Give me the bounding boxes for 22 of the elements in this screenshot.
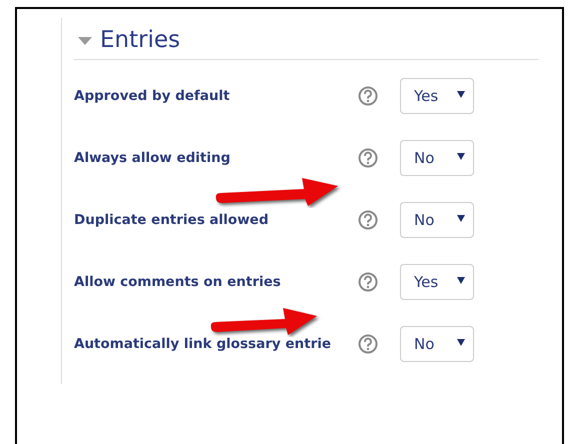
select-dropdown[interactable]: No	[400, 326, 474, 362]
setting-label: Approved by default	[74, 88, 230, 104]
setting-label: Always allow editing	[74, 150, 230, 166]
select-dropdown[interactable]: Yes	[400, 78, 474, 114]
help-icon[interactable]	[358, 148, 378, 168]
select-dropdown[interactable]: Yes	[400, 264, 474, 300]
collapse-icon[interactable]	[78, 37, 92, 46]
help-icon[interactable]	[358, 86, 378, 106]
select-dropdown[interactable]: No	[400, 202, 474, 238]
caret-icon	[457, 339, 465, 346]
help-icon[interactable]	[358, 334, 378, 354]
help-icon[interactable]	[358, 272, 378, 292]
setting-label: Automatically link glossary entrie	[74, 336, 332, 352]
setting-label: Duplicate entries allowed	[74, 212, 268, 228]
select-dropdown[interactable]: No	[400, 140, 474, 176]
help-icon[interactable]	[358, 210, 378, 230]
caret-icon	[457, 215, 465, 222]
setting-label: Allow comments on entries	[74, 274, 281, 290]
caret-icon	[457, 277, 465, 284]
section-title[interactable]: Entries	[100, 27, 180, 53]
caret-icon	[457, 153, 465, 160]
caret-icon	[457, 91, 465, 98]
